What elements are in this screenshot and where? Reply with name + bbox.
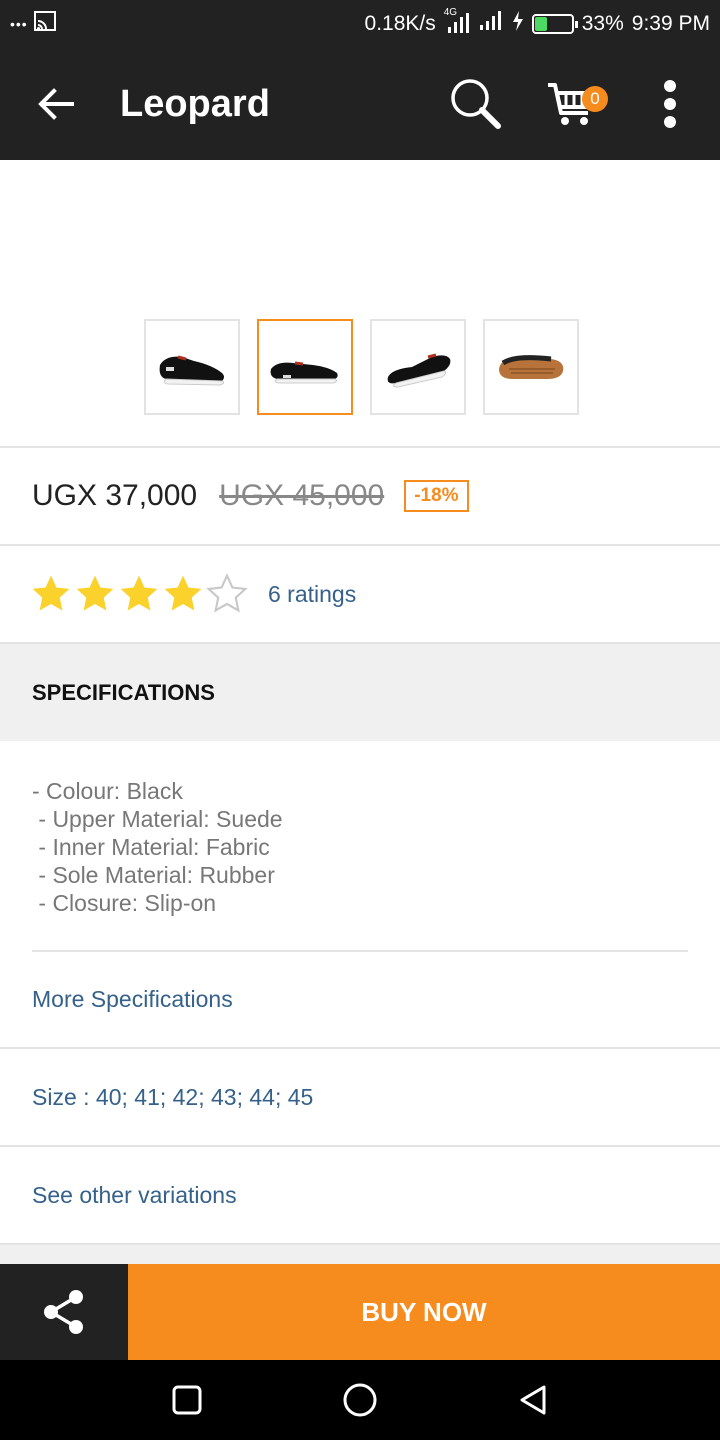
star-empty-icon <box>206 573 248 613</box>
thumbnail-strip <box>144 319 579 415</box>
old-price: UGX 45,000 <box>219 479 385 512</box>
status-dots: ••• <box>10 16 28 32</box>
recents-button[interactable] <box>147 1360 227 1440</box>
battery-fill <box>534 17 547 31</box>
discount-badge: -18% <box>404 480 469 512</box>
size-row[interactable]: Size : 40; 41; 42; 43; 44; 45 <box>0 1049 720 1147</box>
product-gallery <box>0 160 720 448</box>
thumbnail-4[interactable] <box>483 319 579 415</box>
shoe-image <box>159 355 225 386</box>
star-filled-icon <box>164 575 202 611</box>
specifications-body: - Colour: Black - Upper Material: Suede … <box>0 741 720 1049</box>
price-row: UGX 37,000 UGX 45,000 -18% <box>0 448 720 546</box>
thumbnail-2[interactable] <box>257 319 353 415</box>
triangle-back-icon <box>520 1385 546 1415</box>
search-button[interactable] <box>428 48 524 160</box>
app-bar: Leopard 0 <box>0 48 720 160</box>
clock: 9:39 PM <box>631 12 710 35</box>
home-button[interactable] <box>320 1360 400 1440</box>
page-title: Leopard <box>120 82 270 125</box>
spec-line: - Closure: Slip-on <box>32 890 217 916</box>
star-rating <box>30 573 248 615</box>
ratings-count[interactable]: 6 ratings <box>268 581 356 608</box>
circle-icon <box>343 1383 377 1417</box>
battery-percent: 33% <box>581 12 624 35</box>
search-icon <box>451 79 501 129</box>
status-left: ••• <box>10 11 56 37</box>
cart-button[interactable]: 0 <box>524 48 620 160</box>
signal-icon-2 <box>478 10 504 38</box>
status-right: 0.18K/s 4G 33% 9:39 PM <box>364 7 710 38</box>
network-type: 4G <box>443 7 458 18</box>
square-icon <box>172 1385 202 1415</box>
share-button[interactable] <box>0 1264 128 1360</box>
shoe-sole-image <box>499 355 564 379</box>
other-variations-link[interactable]: See other variations <box>0 1147 720 1245</box>
cast-icon <box>33 11 56 37</box>
app-actions: 0 <box>428 48 720 160</box>
back-button[interactable] <box>0 48 112 160</box>
current-price: UGX 37,000 <box>32 479 198 512</box>
bottom-action-bar: BUY NOW <box>0 1264 720 1360</box>
more-options-button[interactable] <box>620 48 720 160</box>
more-specifications-link[interactable]: More Specifications <box>32 952 233 1047</box>
back-nav-button[interactable] <box>493 1360 573 1440</box>
star-filled-icon <box>120 575 158 611</box>
section-gap <box>0 1245 720 1264</box>
network-speed: 0.18K/s <box>364 12 436 35</box>
battery-icon <box>531 14 578 34</box>
thumbnail-3[interactable] <box>370 319 466 415</box>
shoe-image <box>387 353 451 388</box>
thumbnail-1[interactable] <box>144 319 240 415</box>
buy-now-button[interactable]: BUY NOW <box>128 1264 720 1360</box>
signal-icon: 4G <box>444 7 470 35</box>
share-icon <box>44 1290 83 1334</box>
star-filled-icon <box>32 575 70 611</box>
spec-line: - Sole Material: Rubber <box>32 862 275 888</box>
status-bar: ••• 0.18K/s 4G 33% 9:39 PM <box>0 0 720 48</box>
rating-row[interactable]: 6 ratings <box>0 546 720 644</box>
cart-count-badge: 0 <box>582 86 608 112</box>
spec-line: - Inner Material: Fabric <box>32 834 270 860</box>
system-nav-bar <box>0 1360 720 1440</box>
specifications-header: SPECIFICATIONS <box>0 644 720 741</box>
shoe-image <box>270 361 338 384</box>
spec-line: - Colour: Black <box>32 778 183 804</box>
arrow-left-icon <box>38 88 74 120</box>
specifications-list: - Colour: Black - Upper Material: Suede … <box>32 777 283 917</box>
more-vertical-icon <box>664 80 676 128</box>
spec-line: - Upper Material: Suede <box>32 806 283 832</box>
star-filled-icon <box>76 575 114 611</box>
charging-icon <box>512 11 524 37</box>
